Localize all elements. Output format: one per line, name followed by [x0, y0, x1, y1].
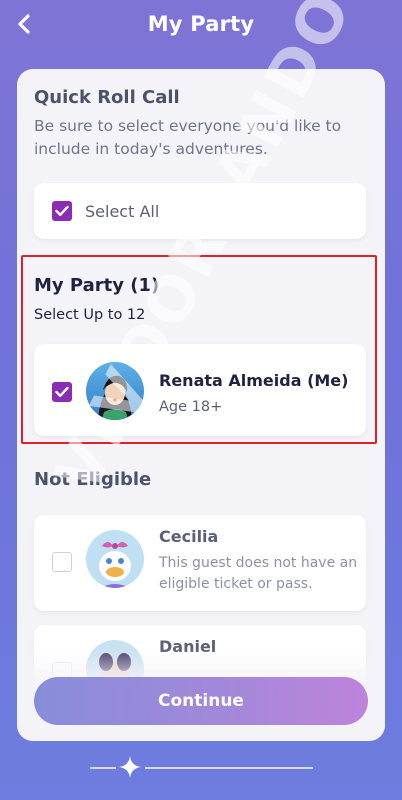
back-button[interactable] — [10, 10, 38, 38]
member-name: Cecilia — [159, 527, 219, 546]
page-title: My Party — [147, 12, 255, 36]
chevron-left-icon — [18, 14, 30, 34]
daisy-duck-avatar-icon — [86, 530, 144, 588]
continue-button[interactable]: Continue — [34, 677, 368, 725]
select-all-label: Select All — [85, 202, 160, 221]
footer-divider-right — [145, 767, 313, 769]
quick-roll-call-description: Be sure to select everyone you'd like to… — [34, 117, 342, 158]
footer-divider-left — [90, 767, 116, 769]
quick-roll-call-title: Quick Roll Call — [34, 87, 180, 108]
not-eligible-title: Not Eligible — [34, 469, 152, 490]
select-all-row[interactable] — [34, 183, 366, 239]
sparkle-icon — [119, 756, 141, 778]
member-checkbox[interactable] — [52, 552, 72, 572]
highlight-box — [21, 255, 377, 444]
checkmark-icon — [55, 205, 69, 216]
ineligibility-reason: This guest does not have an eligible tic… — [159, 555, 358, 592]
select-all-checkbox[interactable] — [52, 201, 72, 221]
app-header: My Party — [0, 0, 402, 48]
